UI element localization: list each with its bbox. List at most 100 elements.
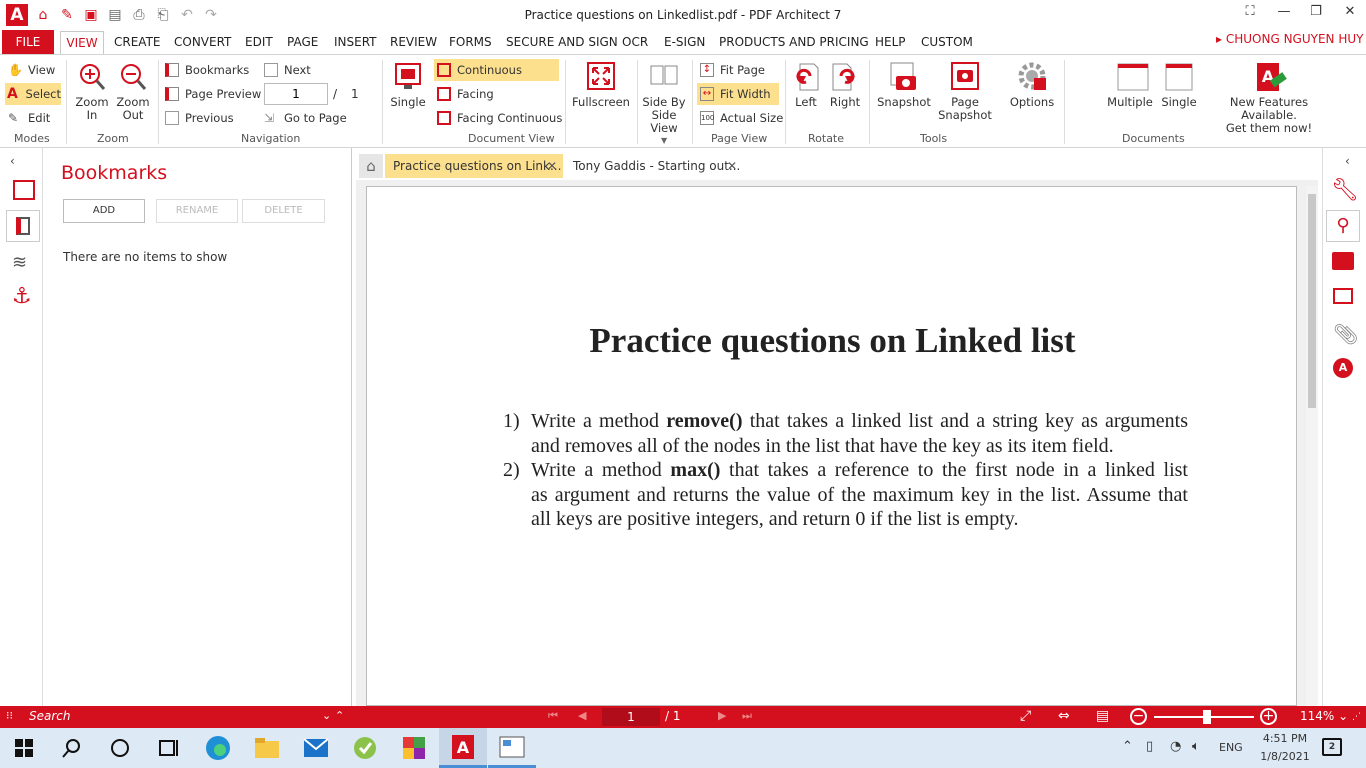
wrench-icon[interactable]: 🔧︎ <box>1331 178 1359 203</box>
tab-page[interactable]: PAGE <box>287 35 318 49</box>
next-page-button[interactable]: Next <box>264 59 311 81</box>
zoom-slider[interactable] <box>1154 710 1254 724</box>
anchor-icon[interactable]: ⚓ <box>12 284 32 309</box>
tab-secure-and-sign[interactable]: SECURE AND SIGN <box>506 35 618 49</box>
display-app-icon[interactable] <box>488 728 536 768</box>
bookmarks-panel-icon[interactable] <box>6 210 40 242</box>
layers-icon[interactable]: ≋ <box>12 252 27 273</box>
tab-insert[interactable]: INSERT <box>334 35 377 49</box>
paperclip-icon[interactable]: 📎︎ <box>1333 322 1358 346</box>
collapse-right-icon[interactable]: ‹ <box>1345 154 1350 168</box>
page-snapshot-button[interactable]: Page Snapshot <box>937 62 993 122</box>
close-tab-icon[interactable]: ✕ <box>727 154 737 178</box>
tab-help[interactable]: HELP <box>875 35 906 49</box>
new-features-button[interactable]: A New Features Available. Get them now! <box>1204 62 1334 135</box>
close-button[interactable]: ✕ <box>1330 4 1366 24</box>
zoom-in-status-icon[interactable]: + <box>1260 708 1277 725</box>
next-page-icon[interactable]: ▶ <box>718 709 726 722</box>
status-page-input[interactable] <box>602 708 660 726</box>
tab-create[interactable]: CREATE <box>114 35 161 49</box>
file-explorer-icon[interactable] <box>243 728 291 768</box>
windows-start-icon[interactable] <box>0 728 48 768</box>
side-by-side-view-button[interactable]: Side By Side View <box>642 62 686 135</box>
cortana-icon[interactable] <box>96 728 144 768</box>
facing-continuous-button[interactable]: Facing Continuous <box>437 107 562 129</box>
document-tab[interactable]: Tony Gaddis - Starting out... ✕ <box>565 154 743 178</box>
notification-center-icon[interactable]: 2 <box>1322 738 1342 756</box>
chevron-down-icon[interactable]: ⌄ <box>322 709 331 722</box>
comment-icon[interactable] <box>1333 288 1353 304</box>
single-document-button[interactable]: Single <box>1158 62 1200 109</box>
mail-icon[interactable] <box>292 728 340 768</box>
chevron-up-icon[interactable]: ⌃ <box>335 709 344 722</box>
tab-review[interactable]: REVIEW <box>390 35 437 49</box>
rotate-right-button[interactable]: Right <box>828 62 862 109</box>
fit-page-button[interactable]: ↕ Fit Page <box>700 59 765 81</box>
continuous-view-button[interactable]: Continuous <box>434 59 559 81</box>
zoom-out-button[interactable]: Zoom Out <box>113 62 153 122</box>
folder-search-icon[interactable] <box>1332 252 1354 270</box>
volume-icon[interactable]: 🔈︎ <box>1192 739 1200 754</box>
go-to-page-button[interactable]: ⇲ Go to Page <box>264 107 347 129</box>
wifi-icon[interactable]: ◔ <box>1170 739 1181 754</box>
task-view-icon[interactable] <box>144 728 192 768</box>
search-icon[interactable] <box>48 728 96 768</box>
close-tab-icon[interactable]: ✕ <box>547 154 557 178</box>
chevron-down-icon[interactable]: ▼ <box>661 136 667 145</box>
zoom-out-status-icon[interactable]: − <box>1130 708 1147 725</box>
edge-browser-icon[interactable] <box>194 728 242 768</box>
edit-mode-button[interactable]: ✎ Edit <box>6 107 58 129</box>
select-mode-button[interactable]: A Select <box>5 83 61 105</box>
network-device-icon[interactable]: ▯ <box>1146 739 1153 754</box>
delete-bookmark-button[interactable]: DELETE <box>242 199 325 223</box>
last-page-icon[interactable]: ⏭ <box>742 709 752 723</box>
rotate-left-button[interactable]: Left <box>789 62 823 109</box>
tab-custom[interactable]: CUSTOM <box>921 35 973 49</box>
fullscreen-button[interactable]: Fullscreen <box>572 62 630 109</box>
tab-convert[interactable]: CONVERT <box>174 35 231 49</box>
pdf-architect-taskbar-icon[interactable]: A <box>439 728 487 768</box>
home-tab-icon[interactable]: ⌂ <box>359 154 383 178</box>
bookmarks-button[interactable]: Bookmarks <box>165 59 249 81</box>
actual-size-button[interactable]: 100 Actual Size <box>700 107 783 129</box>
vertical-scrollbar[interactable] <box>1306 186 1318 706</box>
tray-chevron-icon[interactable]: ⌃ <box>1122 739 1133 754</box>
view-mode-button[interactable]: ✋ View <box>6 59 58 81</box>
fit-width-status-icon[interactable]: ⇔ <box>1058 708 1070 724</box>
actual-size-status-icon[interactable]: ▤ <box>1096 708 1109 724</box>
tab-forms[interactable]: FORMS <box>449 35 492 49</box>
clock-time[interactable]: 4:51 PM <box>1260 732 1310 745</box>
zoom-in-button[interactable]: Zoom In <box>72 62 112 122</box>
certificate-icon[interactable]: A <box>1333 358 1353 378</box>
rename-bookmark-button[interactable]: RENAME <box>156 199 238 223</box>
page-number-input[interactable] <box>264 83 328 105</box>
collapse-left-icon[interactable]: ‹ <box>10 154 15 168</box>
document-tab[interactable]: Practice questions on Link... ✕ <box>385 154 563 178</box>
binoculars-icon[interactable]: ⚲ <box>1326 210 1360 242</box>
file-menu[interactable]: FILE <box>2 30 54 54</box>
snapshot-button[interactable]: Snapshot <box>876 62 932 109</box>
multiple-documents-button[interactable]: Multiple <box>1104 62 1156 109</box>
fit-page-status-icon[interactable]: ⤢ <box>1020 708 1031 724</box>
tab-ocr[interactable]: OCR <box>622 35 648 49</box>
options-button[interactable]: Options <box>1005 62 1059 109</box>
single-page-button[interactable]: Single <box>388 62 428 109</box>
fit-width-button[interactable]: ↔ Fit Width <box>697 83 779 105</box>
feedback-app-icon[interactable] <box>341 728 389 768</box>
user-name[interactable]: ▸ CHUONG NGUYEN HUY <box>1216 32 1363 46</box>
page-thumbnails-icon[interactable] <box>13 180 35 200</box>
pdf-page[interactable]: Practice questions on Linked list 1) Writ… <box>366 186 1297 706</box>
scrollbar-thumb[interactable] <box>1308 194 1316 408</box>
status-search-field[interactable]: Search ⌄ ⌃ <box>22 706 344 728</box>
tab-esign[interactable]: E-SIGN <box>664 35 705 49</box>
first-page-icon[interactable]: ⏮ <box>548 709 558 723</box>
facing-view-button[interactable]: Facing <box>437 83 494 105</box>
previous-page-button[interactable]: Previous <box>165 107 234 129</box>
page-preview-button[interactable]: Page Preview <box>165 83 261 105</box>
add-bookmark-button[interactable]: ADD <box>63 199 145 223</box>
previous-page-icon[interactable]: ◀ <box>578 709 586 722</box>
zoom-slider-thumb[interactable] <box>1203 710 1211 724</box>
language-indicator[interactable]: ENG <box>1219 741 1243 754</box>
zoom-level[interactable]: 114% ⌄ <box>1300 709 1348 723</box>
office-app-icon[interactable] <box>390 728 438 768</box>
